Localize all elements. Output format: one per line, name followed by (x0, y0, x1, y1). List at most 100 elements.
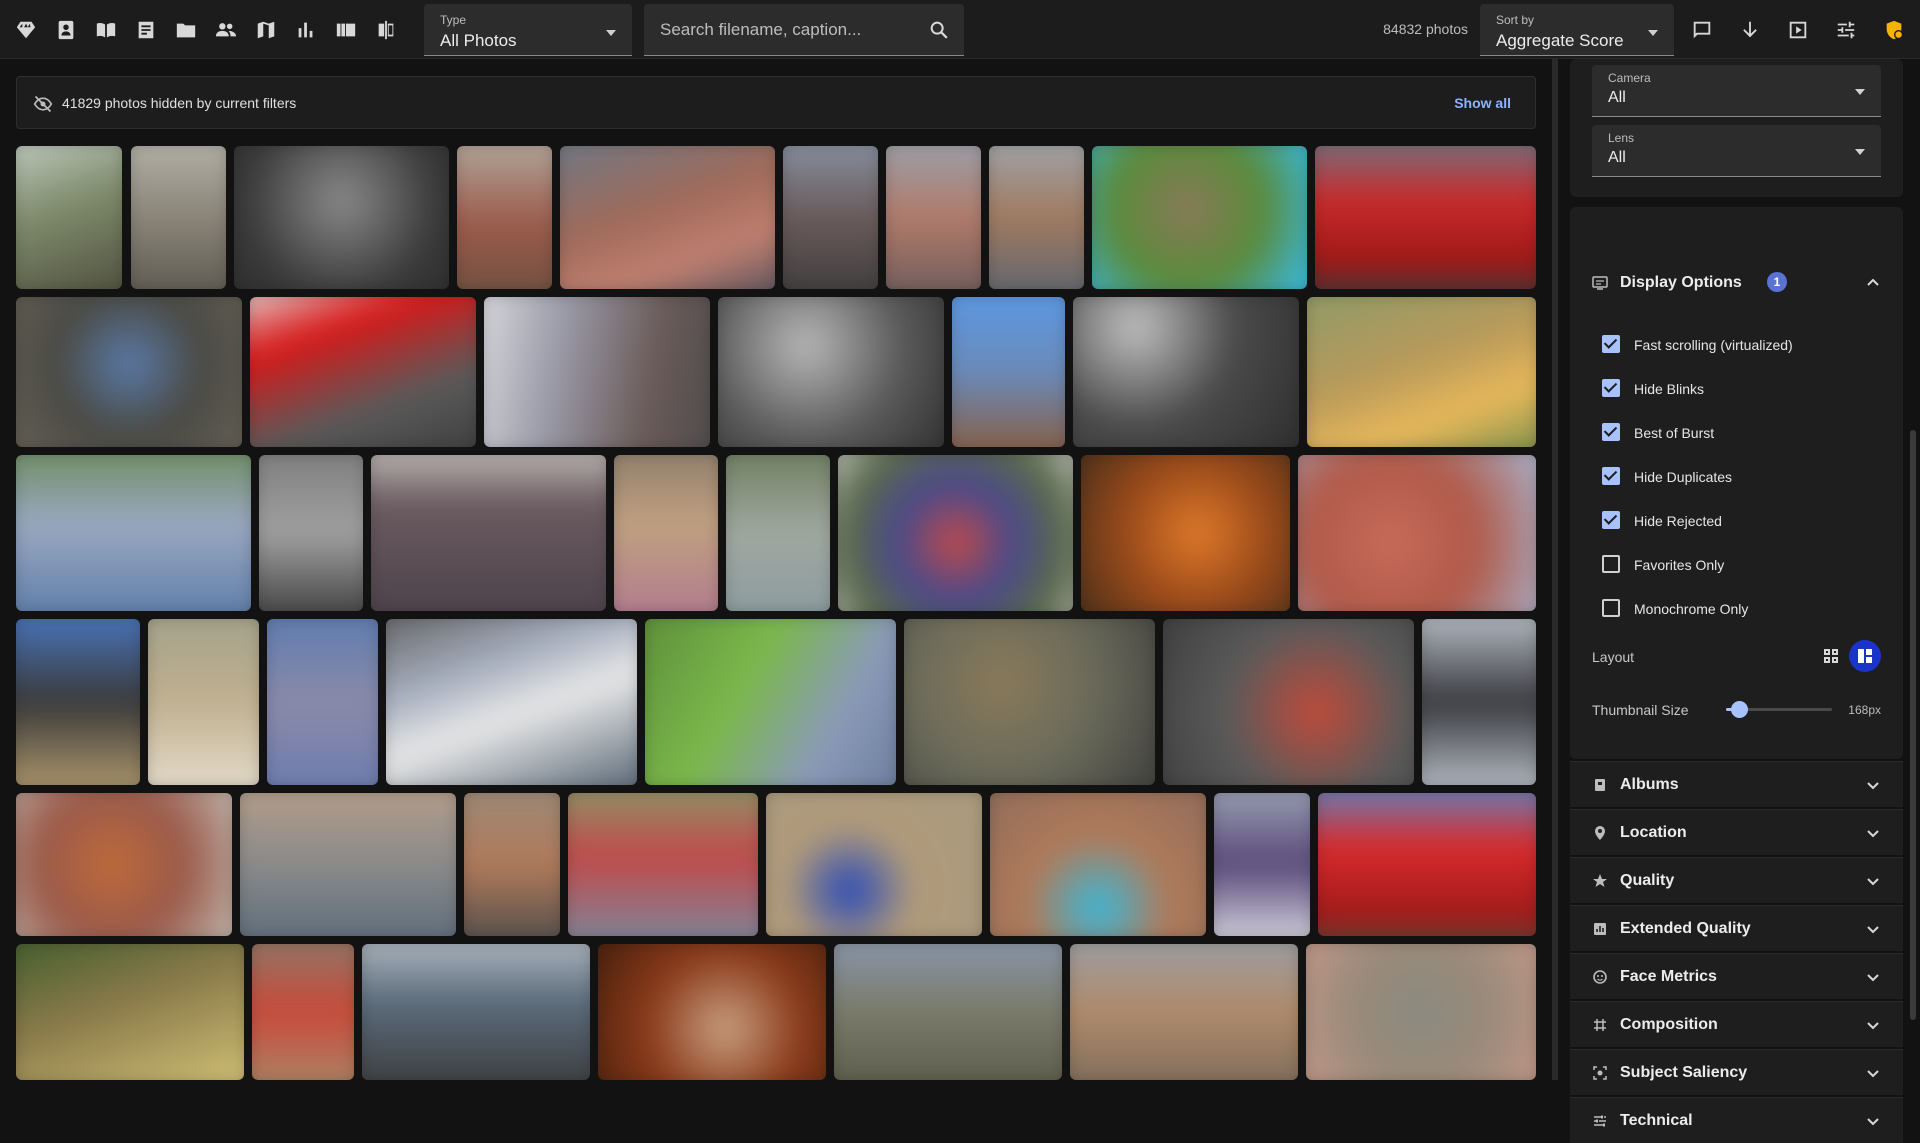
photo-thumbnail[interactable] (989, 146, 1084, 289)
slideshow-icon[interactable] (1785, 17, 1811, 43)
sidebar-scrollbar[interactable] (1910, 430, 1916, 1020)
photo-thumbnail[interactable] (1081, 455, 1290, 611)
photo-thumbnail[interactable] (726, 455, 830, 611)
photo-thumbnail[interactable] (952, 297, 1065, 447)
filter-section-subject-saliency[interactable]: Subject Saliency (1570, 1049, 1903, 1095)
photo-thumbnail[interactable] (560, 146, 775, 289)
display-option-checkbox[interactable]: Best of Burst (1602, 420, 1882, 444)
filter-section-quality[interactable]: Quality (1570, 857, 1903, 903)
display-option-checkbox[interactable]: Fast scrolling (virtualized) (1602, 332, 1882, 356)
checkbox-checked-icon[interactable] (1602, 467, 1620, 485)
face-icon (1593, 970, 1607, 984)
location-pin-icon (1595, 826, 1605, 840)
lens-select[interactable]: Lens All (1592, 125, 1881, 177)
slider-handle[interactable] (1730, 701, 1748, 718)
content-scrollbar[interactable] (1552, 59, 1558, 1080)
photo-thumbnail[interactable] (234, 146, 449, 289)
filter-tune-icon[interactable] (1833, 17, 1859, 43)
photo-thumbnail[interactable] (1163, 619, 1414, 785)
chevron-down-icon[interactable] (1865, 921, 1881, 937)
photo-thumbnail[interactable] (886, 146, 981, 289)
checkbox-empty-icon[interactable] (1602, 555, 1620, 573)
layout-label: Layout (1592, 649, 1635, 665)
display-option-checkbox[interactable]: Hide Rejected (1602, 508, 1882, 532)
display-option-checkbox[interactable]: Hide Duplicates (1602, 464, 1882, 488)
caret-down-icon (1855, 149, 1865, 155)
chevron-down-icon[interactable] (1865, 1113, 1881, 1129)
chevron-down-icon[interactable] (1865, 969, 1881, 985)
filter-section-composition[interactable]: Composition (1570, 1001, 1903, 1047)
filter-section-location[interactable]: Location (1570, 809, 1903, 855)
photo-thumbnail[interactable] (1306, 944, 1536, 1080)
photo-thumbnail[interactable] (240, 793, 456, 936)
photo-thumbnail[interactable] (598, 944, 826, 1080)
comment-icon[interactable] (1689, 17, 1715, 43)
filter-section-technical[interactable]: Technical (1570, 1097, 1903, 1143)
photo-thumbnail[interactable] (250, 297, 476, 447)
photo-thumbnail[interactable] (904, 619, 1155, 785)
photo-thumbnail[interactable] (1318, 793, 1536, 936)
photo-thumbnail[interactable] (464, 793, 560, 936)
photo-thumbnail[interactable] (614, 455, 718, 611)
filter-section-albums[interactable]: Albums (1570, 761, 1903, 807)
photo-thumbnail[interactable] (1298, 455, 1536, 611)
filter-section-face-metrics[interactable]: Face Metrics (1570, 953, 1903, 999)
display-option-checkbox[interactable]: Monochrome Only (1602, 596, 1882, 620)
photo-thumbnail[interactable] (371, 455, 606, 611)
chevron-down-icon[interactable] (1865, 1017, 1881, 1033)
checkbox-checked-icon[interactable] (1602, 379, 1620, 397)
photo-thumbnail[interactable] (16, 455, 251, 611)
photo-thumbnail[interactable] (568, 793, 758, 936)
photo-thumbnail[interactable] (990, 793, 1206, 936)
photo-thumbnail[interactable] (1422, 619, 1536, 785)
filter-section-title: Location (1620, 824, 1687, 841)
photo-thumbnail[interactable] (766, 793, 982, 936)
chevron-down-icon[interactable] (1865, 777, 1881, 793)
thumbnail-size-slider[interactable] (1726, 701, 1832, 718)
display-option-label: Favorites Only (1634, 557, 1725, 573)
checkbox-empty-icon[interactable] (1602, 599, 1620, 617)
display-option-checkbox[interactable]: Hide Blinks (1602, 376, 1882, 400)
photo-thumbnail[interactable] (16, 793, 232, 936)
stats-user-icon[interactable] (1881, 17, 1907, 43)
photo-thumbnail[interactable] (1092, 146, 1307, 289)
photo-thumbnail[interactable] (131, 146, 226, 289)
photo-thumbnail[interactable] (16, 944, 244, 1080)
photo-thumbnail[interactable] (1214, 793, 1310, 936)
photo-thumbnail[interactable] (1315, 146, 1536, 289)
photo-thumbnail[interactable] (1307, 297, 1536, 447)
photo-thumbnail[interactable] (1073, 297, 1299, 447)
photo-thumbnail[interactable] (148, 619, 259, 785)
checkbox-checked-icon[interactable] (1602, 423, 1620, 441)
photo-thumbnail[interactable] (783, 146, 878, 289)
photo-thumbnail[interactable] (645, 619, 896, 785)
photo-thumbnail[interactable] (362, 944, 590, 1080)
display-option-label: Best of Burst (1634, 425, 1715, 441)
arrow-down-icon[interactable] (1737, 17, 1763, 43)
chevron-down-icon[interactable] (1865, 873, 1881, 889)
filter-section-extended-quality[interactable]: Extended Quality (1570, 905, 1903, 951)
photo-thumbnail[interactable] (16, 297, 242, 447)
photo-thumbnail[interactable] (16, 619, 140, 785)
camera-select[interactable]: Camera All (1592, 65, 1881, 117)
chevron-down-icon[interactable] (1865, 825, 1881, 841)
photo-thumbnail[interactable] (267, 619, 378, 785)
photo-thumbnail[interactable] (838, 455, 1073, 611)
photo-thumbnail[interactable] (1070, 944, 1298, 1080)
photo-thumbnail[interactable] (457, 146, 552, 289)
photo-thumbnail[interactable] (16, 146, 122, 289)
photo-thumbnail[interactable] (484, 297, 710, 447)
photo-thumbnail[interactable] (259, 455, 363, 611)
chevron-down-icon[interactable] (1865, 1065, 1881, 1081)
photo-thumbnail[interactable] (834, 944, 1062, 1080)
chevron-up-icon[interactable] (1865, 275, 1881, 291)
display-option-checkbox[interactable]: Favorites Only (1602, 552, 1882, 576)
photo-thumbnail[interactable] (252, 944, 354, 1080)
masonry-layout-icon[interactable] (1849, 640, 1881, 672)
photo-thumbnail[interactable] (386, 619, 637, 785)
checkbox-checked-icon[interactable] (1602, 335, 1620, 353)
grid-layout-icon[interactable] (1819, 644, 1843, 668)
photo-thumbnail[interactable] (718, 297, 944, 447)
checkbox-checked-icon[interactable] (1602, 511, 1620, 529)
display-options-header[interactable]: Display Options 1 (1592, 271, 1881, 295)
